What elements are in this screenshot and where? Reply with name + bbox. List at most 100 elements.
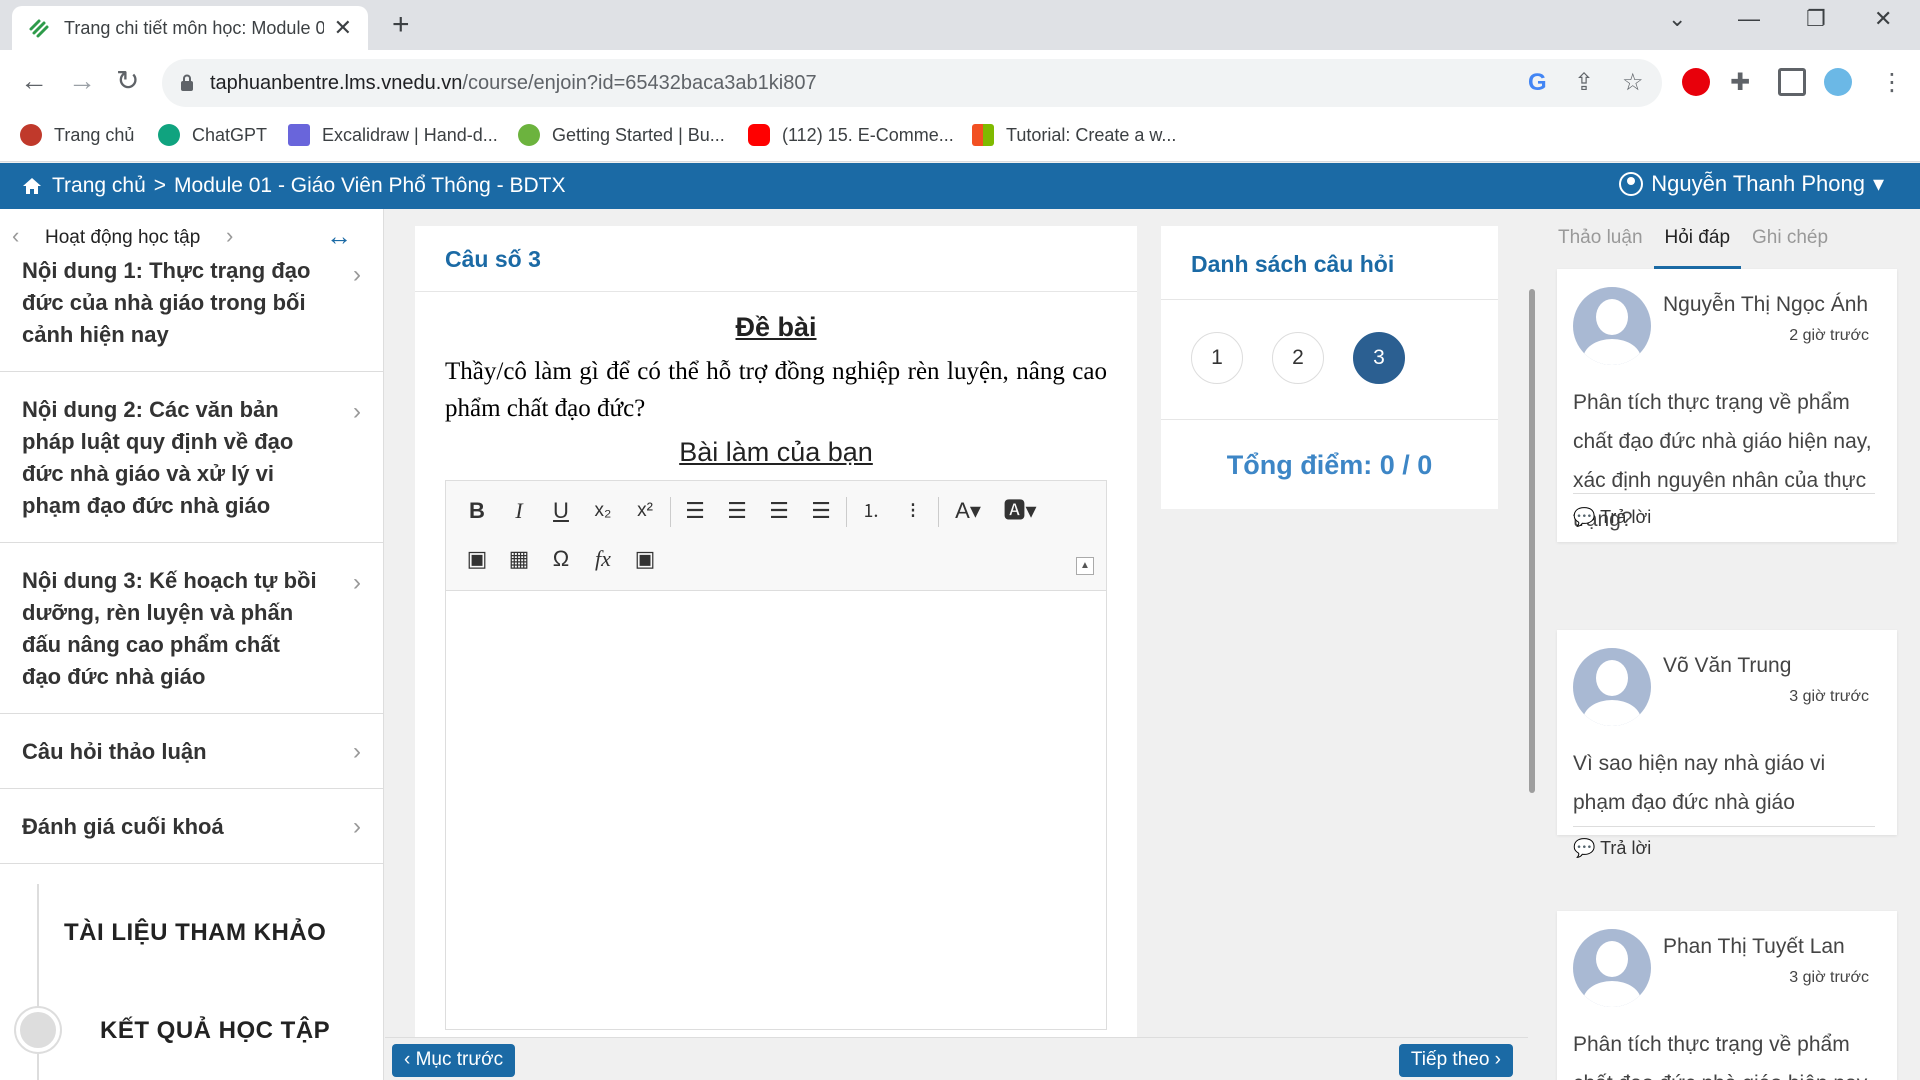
- special-char-icon[interactable]: Ω: [544, 543, 578, 575]
- chevron-right-icon[interactable]: ›: [226, 223, 233, 249]
- window-close-button[interactable]: ✕: [1874, 6, 1892, 32]
- share-icon[interactable]: ⇪: [1574, 70, 1594, 96]
- comment-author: Nguyễn Thị Ngọc Ánh: [1663, 293, 1869, 316]
- align-right-icon[interactable]: ☰: [762, 495, 796, 527]
- tab-search-icon[interactable]: ⌄: [1668, 6, 1686, 32]
- chevron-left-icon[interactable]: ‹: [12, 223, 19, 249]
- sidebar-item-noi-dung-1[interactable]: Nội dung 1: Thực trạng đạo đức của nhà g…: [0, 251, 383, 372]
- comment-bubble-icon: 💬: [1573, 507, 1596, 527]
- bookmark-item[interactable]: Tutorial: Create a w...: [972, 124, 1176, 146]
- breadcrumb-separator: >: [153, 174, 167, 197]
- question-number-button-active[interactable]: 3: [1353, 332, 1405, 384]
- new-tab-button[interactable]: +: [392, 8, 410, 42]
- bookmark-item[interactable]: ChatGPT: [158, 124, 267, 146]
- bookmark-item[interactable]: Trang chủ: [20, 124, 134, 146]
- qa-panel: Thảo luận Hỏi đáp Ghi chép Nguyễn Thị Ng…: [1537, 209, 1920, 1080]
- bookmark-label: Trang chủ: [54, 124, 135, 145]
- section-tai-lieu[interactable]: TÀI LIỆU THAM KHẢO: [64, 919, 326, 947]
- toolbar-separator: [938, 497, 939, 527]
- italic-icon[interactable]: I: [502, 495, 536, 527]
- breadcrumb-module[interactable]: Module 01 - Giáo Viên Phổ Thông - BDTX: [174, 174, 565, 198]
- de-bai-heading: Đề bài: [735, 312, 817, 342]
- comment-card: Nguyễn Thị Ngọc Ánh 2 giờ trước Phân tíc…: [1557, 269, 1897, 542]
- prev-button[interactable]: ‹ Mục trước: [392, 1044, 516, 1077]
- sidebar-item-danh-gia[interactable]: Đánh giá cuối khoá ›: [0, 789, 383, 864]
- sidebar-item-noi-dung-3[interactable]: Nội dung 3: Kế hoạch tự bồi dưỡng, rèn l…: [0, 543, 383, 714]
- caret-down-icon: ▾: [1872, 171, 1884, 196]
- tab-hoi-dap[interactable]: Hỏi đáp: [1653, 227, 1742, 269]
- forward-button[interactable]: →: [68, 64, 96, 98]
- lock-icon: [181, 74, 193, 91]
- background-color-icon[interactable]: 🅰▾: [998, 495, 1042, 527]
- question-list-card: Danh sách câu hỏi 1 2 3 Tổng điểm: 0 / 0: [1161, 226, 1498, 509]
- subscript-icon[interactable]: x₂: [586, 495, 620, 527]
- numbered-list-icon[interactable]: ⒈: [854, 495, 888, 527]
- comment-text: Phân tích thực trạng về phẩm chất đạo đứ…: [1573, 1033, 1867, 1080]
- align-justify-icon[interactable]: ☰: [804, 495, 838, 527]
- table-icon[interactable]: ▦: [502, 543, 536, 575]
- sidebar-item-noi-dung-2[interactable]: Nội dung 2: Các văn bản pháp luật quy đị…: [0, 372, 383, 543]
- reply-button[interactable]: 💬 Trả lời: [1573, 507, 1651, 528]
- youtube-icon: [748, 124, 770, 146]
- formula-icon[interactable]: fx: [586, 543, 620, 575]
- adblock-extension-icon[interactable]: [1682, 68, 1710, 96]
- chevron-right-icon: ›: [353, 261, 361, 288]
- bookmark-item[interactable]: (112) 15. E-Comme...: [748, 124, 954, 146]
- minimize-button[interactable]: —: [1738, 6, 1760, 32]
- next-button[interactable]: Tiếp theo ›: [1398, 1044, 1513, 1077]
- image-icon[interactable]: ▣: [460, 543, 494, 575]
- comment-author: Phan Thị Tuyết Lan: [1663, 935, 1845, 958]
- close-tab-icon[interactable]: ✕: [334, 15, 352, 41]
- bookmark-star-icon[interactable]: ☆: [1622, 70, 1644, 96]
- site-favicon-icon: [29, 19, 49, 38]
- sidepanel-icon[interactable]: [1778, 68, 1806, 96]
- reply-label: Trả lời: [1600, 838, 1652, 858]
- tab-ghi-chep[interactable]: Ghi chép: [1741, 227, 1839, 269]
- back-button[interactable]: ←: [20, 64, 48, 98]
- breadcrumb: Trang chủ > Module 01 - Giáo Viên Phổ Th…: [22, 174, 566, 198]
- user-menu[interactable]: Nguyễn Thanh Phong ▾: [1619, 171, 1884, 197]
- browser-tabbar: Trang chi tiết môn học: Module 0 ✕ + ⌄ —…: [0, 0, 1920, 50]
- bookmark-item[interactable]: Getting Started | Bu...: [518, 124, 725, 146]
- align-center-icon[interactable]: ☰: [720, 495, 754, 527]
- question-number-button[interactable]: 1: [1191, 332, 1243, 384]
- browser-tab[interactable]: Trang chi tiết môn học: Module 0 ✕: [12, 6, 368, 50]
- scrollbar-thumb[interactable]: [1529, 289, 1535, 793]
- maximize-button[interactable]: ❐: [1806, 6, 1826, 32]
- toolbar-separator: [846, 497, 847, 527]
- profile-avatar[interactable]: [1824, 68, 1852, 96]
- chevron-right-icon: ›: [353, 398, 361, 425]
- expand-arrows-icon[interactable]: ↔: [326, 221, 352, 252]
- reload-button[interactable]: ↻: [116, 64, 139, 98]
- image-upload-icon[interactable]: ▣: [628, 543, 662, 575]
- comment-time: 2 giờ trước: [1789, 327, 1869, 344]
- address-bar-row: ← → ↻ taphuanbentre.lms.vnedu.vn /course…: [0, 50, 1920, 116]
- tab-thao-luan[interactable]: Thảo luận: [1547, 227, 1654, 269]
- bai-lam-heading: Bài làm của bạn: [679, 437, 873, 467]
- panel-tabs: Thảo luận Hỏi đáp Ghi chép: [1547, 227, 1839, 269]
- sidebar-item-cau-hoi-thao-luan[interactable]: Câu hỏi thảo luận ›: [0, 714, 383, 789]
- superscript-icon[interactable]: x²: [628, 495, 662, 527]
- question-number-button[interactable]: 2: [1272, 332, 1324, 384]
- avatar: [1573, 929, 1651, 1007]
- extensions-puzzle-icon[interactable]: ✚: [1730, 70, 1750, 96]
- user-circle-icon: [1619, 172, 1644, 196]
- bookmark-item[interactable]: Excalidraw | Hand-d...: [288, 124, 498, 146]
- chevron-right-icon: ›: [353, 813, 361, 840]
- breadcrumb-home[interactable]: Trang chủ: [52, 174, 146, 198]
- align-left-icon[interactable]: ☰: [678, 495, 712, 527]
- total-score: Tổng điểm: 0 / 0: [1226, 450, 1433, 480]
- collapse-toolbar-icon[interactable]: ▲: [1076, 557, 1094, 575]
- reply-label: Trả lời: [1600, 507, 1652, 527]
- bookmark-label: Getting Started | Bu...: [552, 124, 725, 145]
- bold-icon[interactable]: B: [460, 495, 494, 527]
- bullet-list-icon[interactable]: ⁝: [896, 495, 930, 527]
- text-color-icon[interactable]: A▾: [946, 495, 990, 527]
- url-input[interactable]: taphuanbentre.lms.vnedu.vn /course/enjoi…: [162, 59, 1662, 107]
- reply-button[interactable]: 💬 Trả lời: [1573, 838, 1651, 859]
- underline-icon[interactable]: U: [544, 495, 578, 527]
- browser-menu-icon[interactable]: ⋮: [1880, 70, 1904, 96]
- section-ket-qua[interactable]: KẾT QUẢ HỌC TẬP: [100, 1017, 330, 1045]
- url-host: taphuanbentre.lms.vnedu.vn: [210, 71, 463, 94]
- google-icon[interactable]: G: [1528, 70, 1547, 96]
